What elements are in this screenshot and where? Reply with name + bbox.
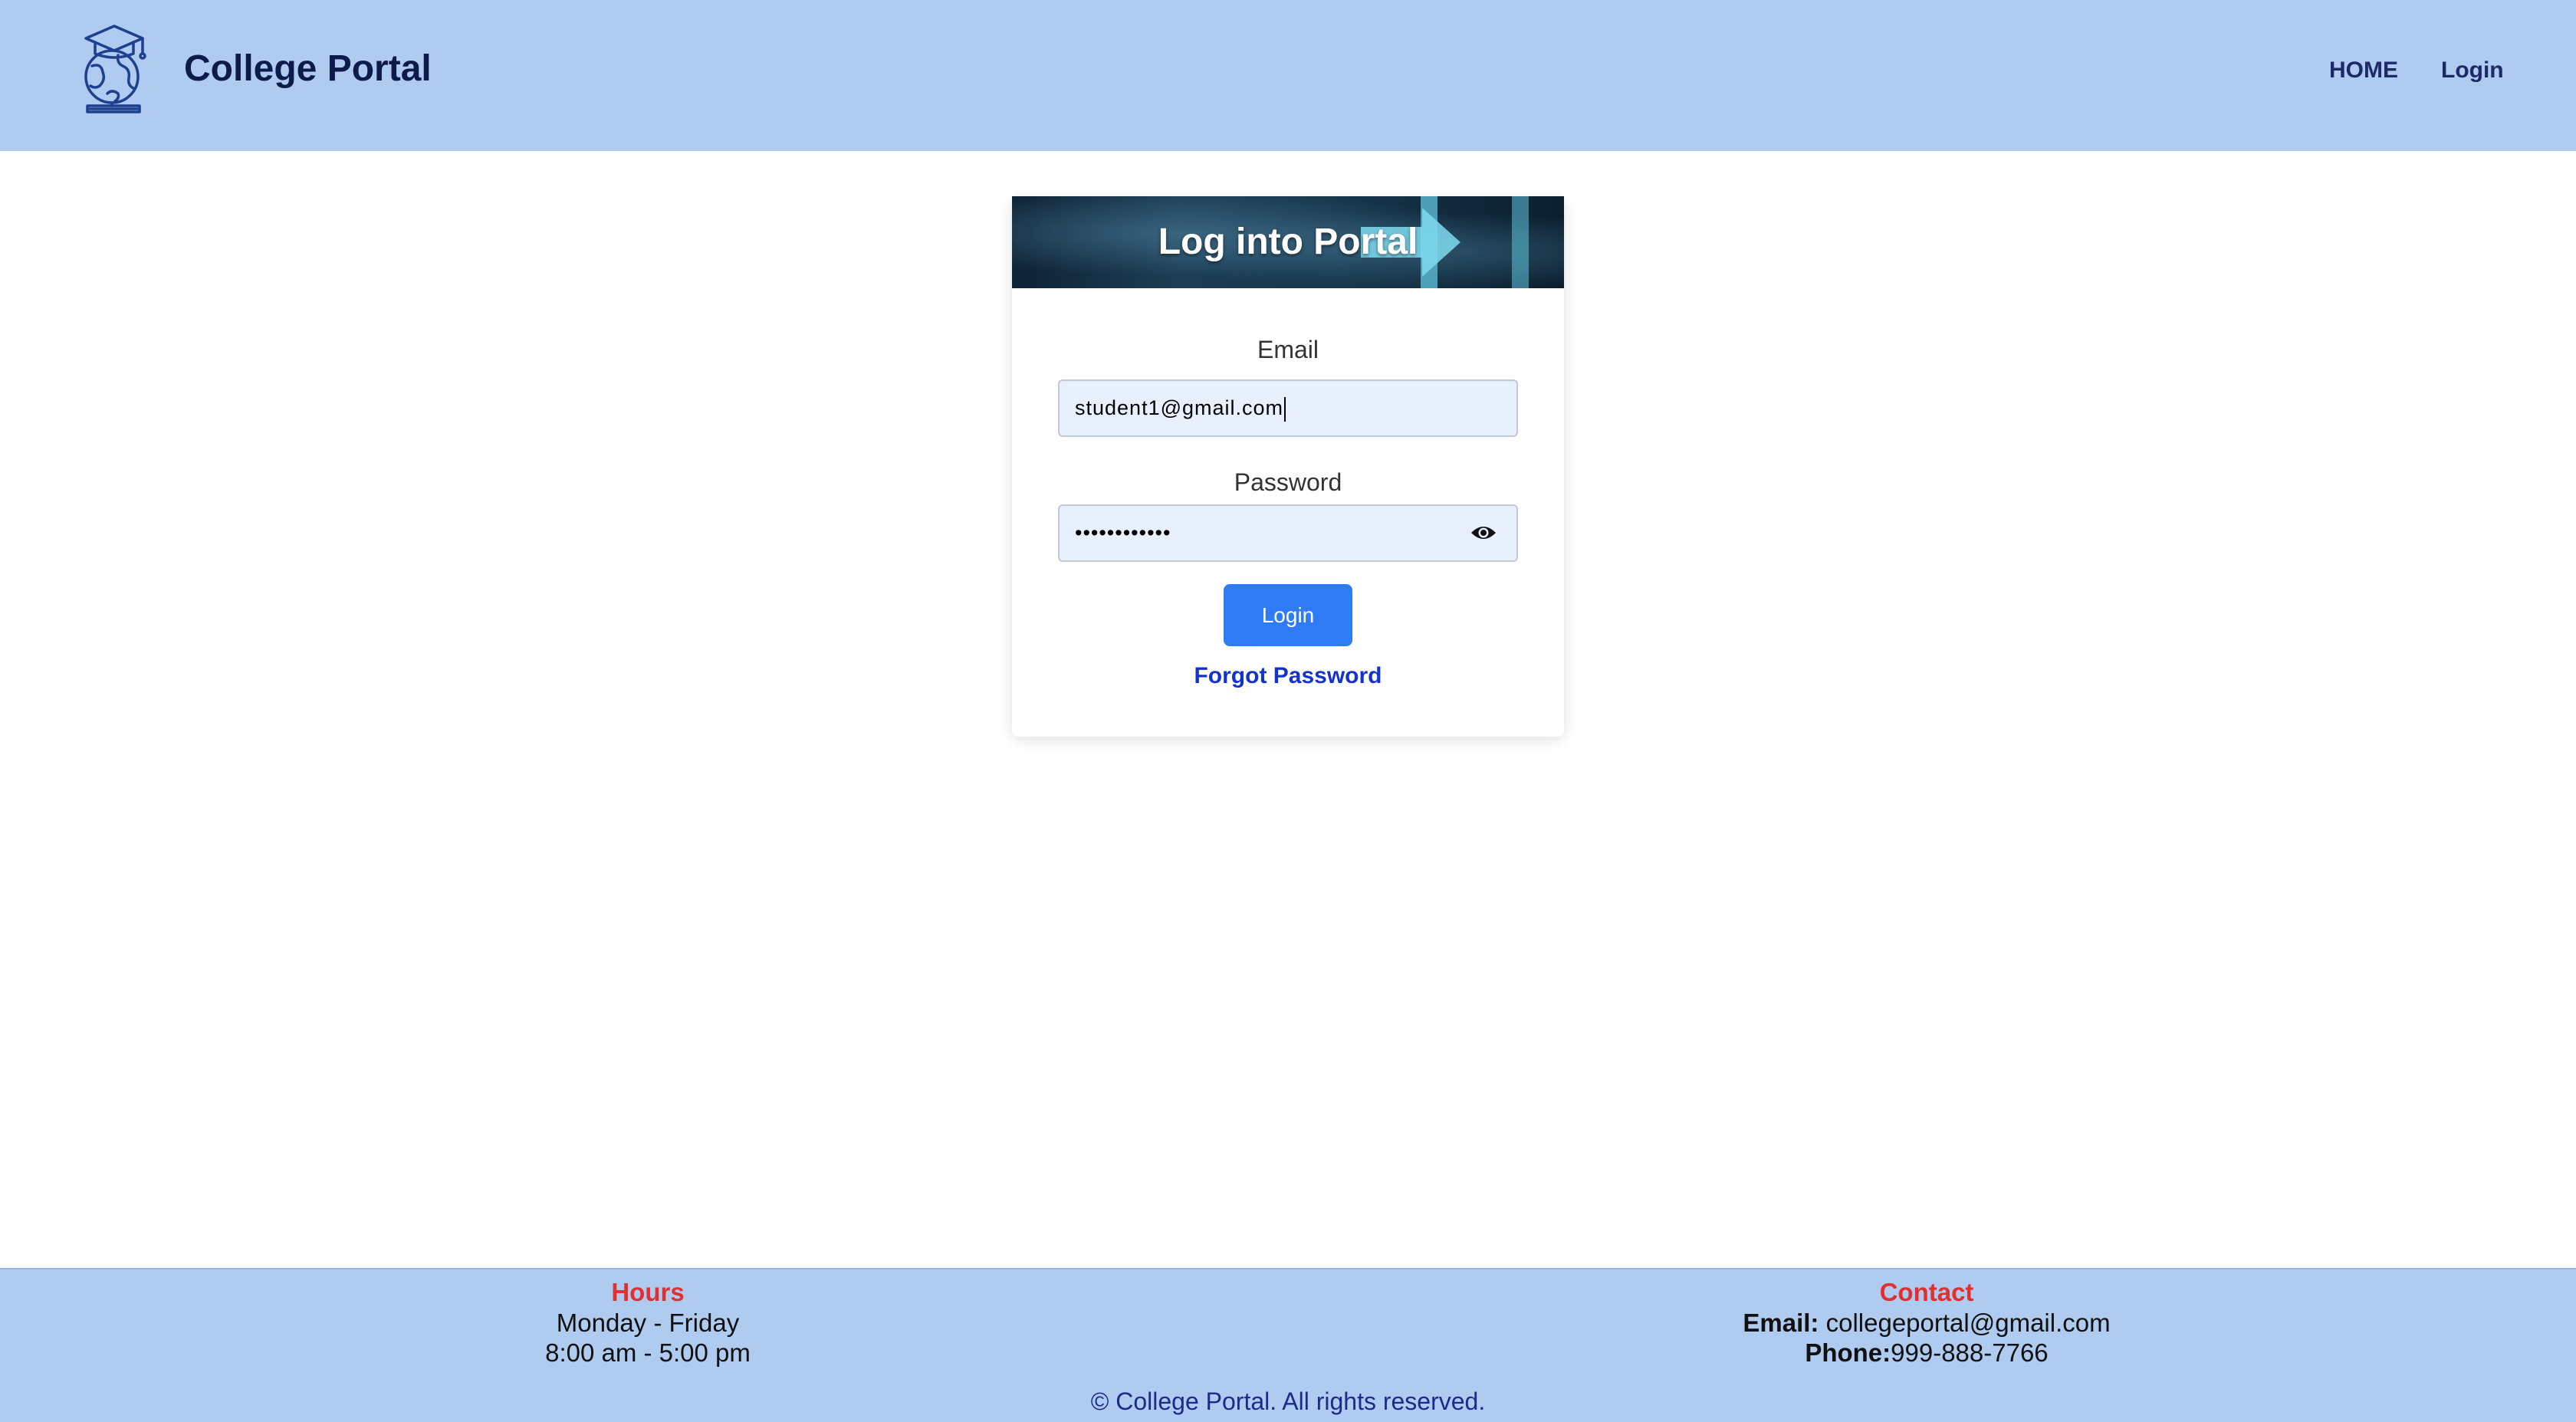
contact-email: Email: collegeportal@gmail.com: [1620, 1308, 2233, 1338]
forgot-password-link[interactable]: Forgot Password: [1012, 661, 1564, 691]
login-card: Log into Portal Email student1@gmail.com…: [1012, 196, 1564, 737]
email-field[interactable]: student1@gmail.com: [1058, 379, 1518, 437]
email-value: student1@gmail.com: [1075, 381, 1286, 435]
text-caret: [1284, 396, 1286, 422]
site-footer: Hours Monday - Friday 8:00 am - 5:00 pm …: [0, 1268, 2576, 1422]
login-button[interactable]: Login: [1224, 584, 1352, 646]
contact-heading: Contact: [1879, 1278, 1974, 1306]
password-field[interactable]: ••••••••••••: [1058, 504, 1518, 562]
password-label: Password: [1234, 468, 1342, 496]
site-header: College Portal HOME Login: [0, 0, 2576, 151]
login-banner: Log into Portal: [1012, 196, 1564, 288]
copyright-text: © College Portal. All rights reserved.: [1090, 1388, 1486, 1415]
nav-login-link[interactable]: Login: [2441, 55, 2504, 86]
contact-email-label: Email:: [1743, 1309, 1819, 1337]
graduate-globe-icon[interactable]: [72, 18, 156, 117]
contact-phone-label: Phone:: [1805, 1338, 1891, 1367]
contact-phone: Phone:999-888-7766: [1620, 1338, 2233, 1368]
contact-email-value[interactable]: collegeportal@gmail.com: [1826, 1309, 2111, 1337]
footer-contact: Contact Email: collegeportal@gmail.com P…: [1620, 1269, 2233, 1368]
login-title: Log into Portal: [1158, 222, 1418, 262]
site-brand[interactable]: College Portal: [184, 46, 432, 92]
password-value: ••••••••••••: [1075, 521, 1171, 544]
contact-phone-value[interactable]: 999-888-7766: [1891, 1338, 2049, 1367]
eye-icon[interactable]: [1470, 523, 1497, 543]
hours-days: Monday - Friday: [556, 1309, 740, 1337]
hours-time: 8:00 am - 5:00 pm: [545, 1338, 751, 1367]
footer-hours: Hours Monday - Friday 8:00 am - 5:00 pm: [418, 1269, 878, 1368]
hours-heading: Hours: [611, 1278, 685, 1306]
nav-home-link[interactable]: HOME: [2329, 55, 2398, 86]
email-label: Email: [1257, 336, 1319, 363]
